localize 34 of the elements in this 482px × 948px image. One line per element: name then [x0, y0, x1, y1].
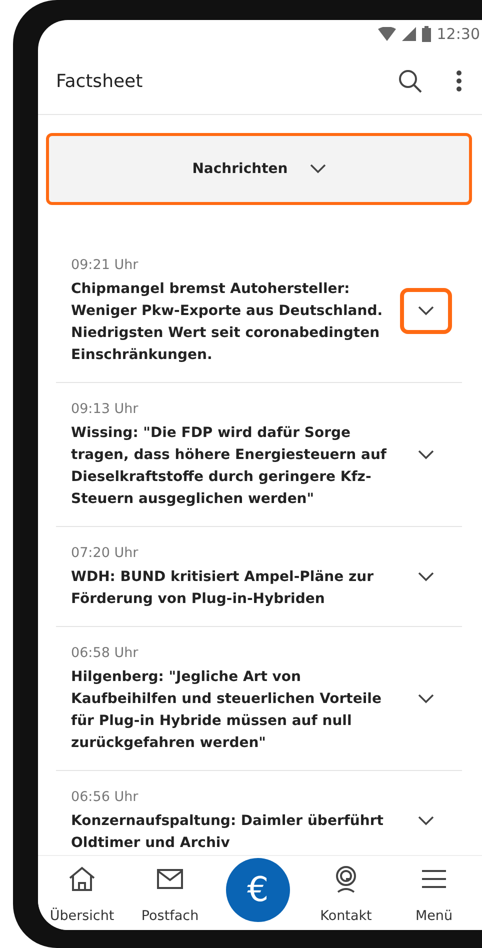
news-headline[interactable]: Chipmangel bremst Autohersteller: Weniger Pkw-Exporte aus Deutschland. Niedrigsten Wert seit coronabedingten Einschränkungen.: [71, 278, 392, 366]
euro-button[interactable]: €: [226, 858, 290, 922]
nav-tab[interactable]: Übersicht: [50, 856, 114, 930]
battery-icon: [422, 26, 431, 42]
nav-tab[interactable]: Postfach: [141, 856, 199, 930]
news-time: 06:56 Uhr: [71, 788, 140, 807]
news-time: 09:21 Uhr: [71, 256, 140, 275]
category-dropdown[interactable]: Nachrichten: [46, 133, 472, 205]
app-title: Factsheet: [56, 70, 144, 92]
chevron-down-icon: [418, 572, 434, 582]
news-time: 07:20 Uhr: [71, 544, 140, 563]
news-time: 09:13 Uhr: [71, 400, 140, 419]
more-icon: [456, 70, 462, 92]
headset-icon: [333, 865, 359, 893]
chevron-down-icon: [310, 164, 326, 174]
signal-icon: [402, 27, 416, 41]
search-icon: [398, 69, 422, 93]
home-icon: [68, 866, 96, 892]
status-time: 12:30: [436, 25, 480, 43]
news-time: 06:58 Uhr: [71, 644, 140, 663]
news-headline[interactable]: WDH: BUND kritisiert Ampel-Pläne zur Förderung von Plug-in-Hybriden: [71, 566, 392, 610]
news-headline[interactable]: Wissing: "Die FDP wird dafür Sorge tragen, dass höhere Energiesteuern auf Dieselkraftstoffe durch geringere Kfz-Steuern ausgeglichen werden": [71, 422, 392, 510]
wifi-icon: [378, 27, 396, 41]
nav-tab[interactable]: Kontakt: [320, 856, 372, 930]
news-headline[interactable]: Konzernaufspaltung: Daimler überführt Oldtimer und Archiv: [71, 810, 392, 854]
menu-icon: [420, 869, 447, 889]
chevron-down-icon: [418, 816, 434, 826]
news-headline[interactable]: Hilgenberg: "Jegliche Art von Kaufbeihilfen und steuerlichen Vorteile für Plug-in Hybride müssen auf null zurückgefahren werden": [71, 666, 392, 754]
nav-tab[interactable]: Menü: [415, 856, 453, 930]
chevron-down-icon: [418, 306, 434, 316]
chevron-down-icon: [418, 694, 434, 704]
chevron-down-icon: [418, 450, 434, 460]
mail-icon: [157, 868, 183, 890]
expand-button[interactable]: [400, 288, 452, 334]
